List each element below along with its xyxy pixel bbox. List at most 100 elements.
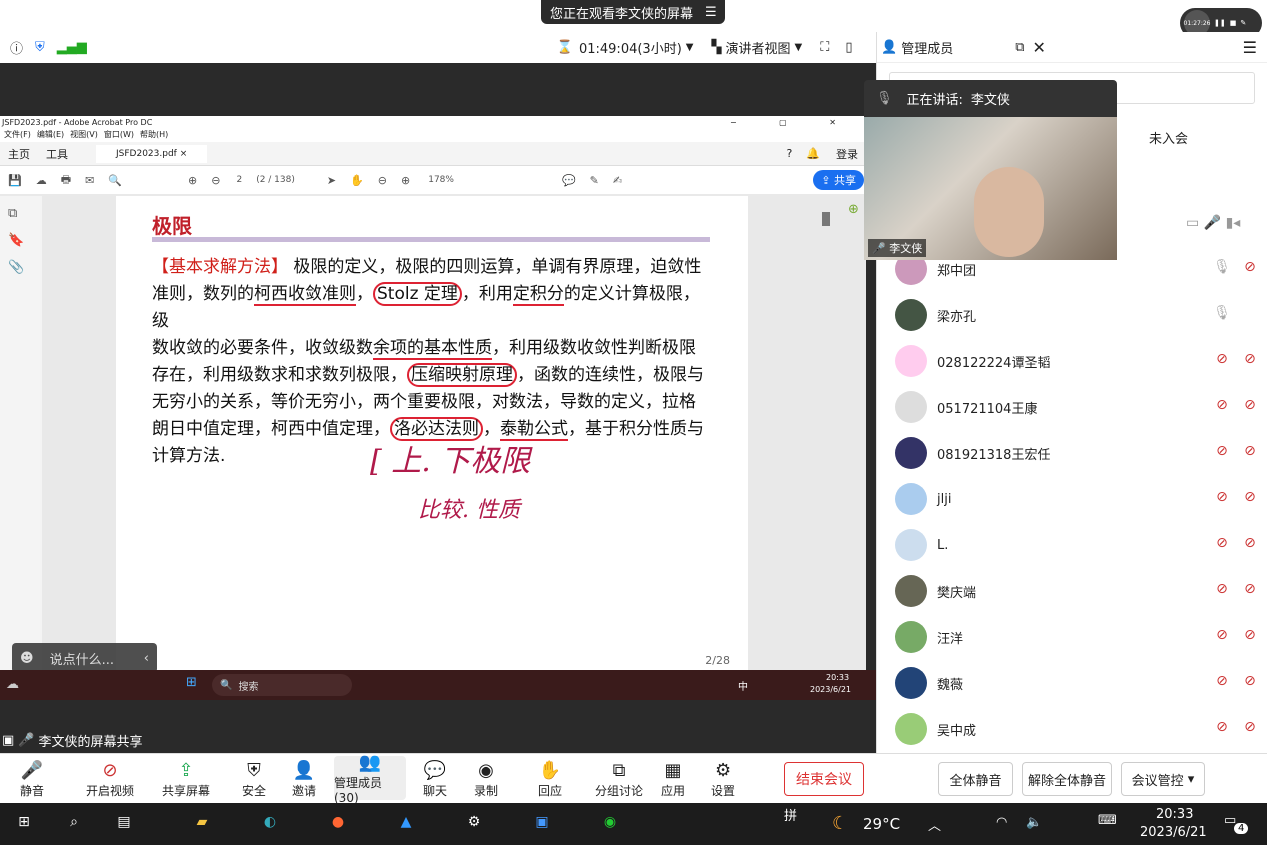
- zoom-out-icon[interactable]: ⊖: [378, 174, 387, 187]
- fullscreen-icon[interactable]: ⛶: [820, 40, 829, 55]
- invite-button[interactable]: 👤 邀请: [292, 760, 316, 799]
- menu-view[interactable]: 视图(V): [70, 129, 98, 142]
- camera-off-icon[interactable]: ⊘: [1240, 489, 1260, 509]
- pause-icon[interactable]: ❚❚: [1214, 19, 1226, 27]
- pen-icon[interactable]: ✎: [590, 174, 599, 187]
- apps-button[interactable]: ▦ 应用: [661, 760, 685, 799]
- info-icon[interactable]: ⓘ: [10, 38, 23, 57]
- menu-window[interactable]: 窗口(W): [104, 129, 134, 142]
- video-button[interactable]: ⊘ 开启视频: [86, 760, 134, 799]
- camera-off-icon[interactable]: ⊘: [1240, 627, 1260, 647]
- clock-time[interactable]: 20:33: [1156, 807, 1193, 822]
- speaker-view-button[interactable]: 演讲者视图: [725, 38, 790, 57]
- ime-indicator[interactable]: 拼: [784, 805, 797, 824]
- meeting-duration[interactable]: 01:49:04(3小时): [579, 38, 682, 57]
- next-page-icon[interactable]: ⊖: [211, 174, 220, 187]
- camera-icon[interactable]: ▮◂: [1226, 215, 1241, 231]
- meeting-control-button[interactable]: 会议管控 ▾: [1121, 762, 1205, 796]
- camera-off-icon[interactable]: ⊘: [1240, 581, 1260, 601]
- tray-chevron-icon[interactable]: ︿: [928, 815, 941, 834]
- mic-muted-icon[interactable]: ⊘: [1212, 719, 1232, 739]
- mic-muted-icon[interactable]: ⊘: [1212, 397, 1232, 417]
- sign-icon[interactable]: ✍: [613, 174, 622, 187]
- taskview-icon[interactable]: ▤: [114, 814, 134, 834]
- menu-help[interactable]: 帮助(H): [140, 129, 168, 142]
- firefox-icon[interactable]: ●: [328, 814, 348, 834]
- member-row[interactable]: 汪洋 ⊘ ⊘: [877, 614, 1267, 660]
- security-button[interactable]: ⛨ 安全: [242, 760, 266, 799]
- mic-muted-icon[interactable]: ⊘: [1212, 443, 1232, 463]
- end-meeting-button[interactable]: 结束会议: [784, 762, 864, 796]
- mic-muted-icon[interactable]: ⊘: [1212, 489, 1232, 509]
- edge-icon[interactable]: ◐: [260, 814, 280, 834]
- camera-off-icon[interactable]: ⊘: [1240, 259, 1260, 279]
- camera-off-icon[interactable]: ⊘: [1240, 443, 1260, 463]
- scrollbar-thumb[interactable]: [822, 212, 830, 226]
- mic-muted-icon[interactable]: ⊘: [1212, 673, 1232, 693]
- member-row[interactable]: jlji ⊘ ⊘: [877, 476, 1267, 522]
- tab-tools[interactable]: 工具: [46, 146, 68, 162]
- chevron-down-icon[interactable]: ▼: [795, 42, 803, 53]
- share-screen-button[interactable]: ⇪ 共享屏幕: [162, 760, 210, 799]
- prev-page-icon[interactable]: ⊕: [188, 174, 197, 187]
- bookmark-icon[interactable]: 🔖: [8, 233, 42, 248]
- mail-icon[interactable]: ✉: [85, 174, 94, 187]
- edit-icon[interactable]: ✎: [1240, 19, 1246, 27]
- mic-icon[interactable]: 🎙: [1212, 305, 1232, 325]
- pages-icon[interactable]: ⧉: [8, 206, 42, 221]
- breakout-button[interactable]: ⧉ 分组讨论: [595, 760, 643, 799]
- members-button[interactable]: 👥 管理成员(30): [334, 752, 406, 805]
- member-row[interactable]: 樊庆端 ⊘ ⊘: [877, 568, 1267, 614]
- help-icon[interactable]: ?: [786, 147, 792, 160]
- chat-button[interactable]: 💬 聊天: [423, 760, 447, 799]
- video-app-icon[interactable]: ▣: [532, 814, 552, 834]
- search-icon[interactable]: ⌕: [64, 814, 84, 834]
- mic-muted-icon[interactable]: ⊘: [1212, 351, 1232, 371]
- record-button[interactable]: ◉ 录制: [474, 760, 498, 799]
- save-icon[interactable]: 💾: [8, 174, 22, 187]
- bell-icon[interactable]: 🔔: [806, 147, 820, 160]
- camera-off-icon[interactable]: [1240, 305, 1260, 325]
- window-controls[interactable]: − ▢ ✕: [730, 118, 856, 127]
- mute-button[interactable]: 🎤 静音: [20, 760, 44, 799]
- menu-icon[interactable]: ☰: [1243, 38, 1257, 57]
- emoji-icon[interactable]: ☻: [20, 651, 34, 666]
- close-icon[interactable]: ✕: [1033, 38, 1046, 57]
- mic-icon[interactable]: 🎙: [1212, 259, 1232, 279]
- stop-icon[interactable]: ■: [1230, 19, 1237, 27]
- mute-all-button[interactable]: 全体静音: [938, 762, 1013, 796]
- upload-icon[interactable]: ☁: [36, 174, 47, 187]
- zoom-in-icon[interactable]: ⊕: [401, 174, 410, 187]
- comment-icon[interactable]: 💬: [562, 174, 576, 187]
- page-input[interactable]: 2: [236, 175, 242, 185]
- chat-input-box[interactable]: ☻ 说点什么... ‹: [12, 643, 157, 673]
- member-row[interactable]: 051721104王康 ⊘ ⊘: [877, 384, 1267, 430]
- settings-icon[interactable]: ⚙: [464, 814, 484, 834]
- login-link[interactable]: 登录: [836, 146, 858, 162]
- member-row[interactable]: 魏薇 ⊘ ⊘: [877, 660, 1267, 706]
- tab-home[interactable]: 主页: [8, 146, 30, 162]
- camera-off-icon[interactable]: ⊘: [1240, 351, 1260, 371]
- shield-icon[interactable]: ⛨: [35, 40, 45, 55]
- share-button[interactable]: ⇪ 共享: [813, 170, 864, 190]
- tab-file[interactable]: JSFD2023.pdf ×: [96, 144, 208, 163]
- cursor-icon[interactable]: ➤: [327, 174, 336, 187]
- print-icon[interactable]: 🖶: [61, 171, 71, 190]
- chevron-down-icon[interactable]: ▼: [686, 42, 694, 53]
- menu-icon[interactable]: ☰: [705, 5, 717, 20]
- screen-share-banner[interactable]: 您正在观看李文侠的屏幕 ☰: [541, 0, 725, 24]
- menu-edit[interactable]: 编辑(E): [37, 129, 64, 142]
- camera-off-icon[interactable]: ⊘: [1240, 397, 1260, 417]
- sidebar-icon[interactable]: ▯: [845, 40, 852, 55]
- member-row[interactable]: 梁亦孔 🎙: [877, 292, 1267, 338]
- member-row[interactable]: 081921318王宏任 ⊘ ⊘: [877, 430, 1267, 476]
- reaction-button[interactable]: ✋ 回应: [538, 760, 562, 799]
- camera-off-icon[interactable]: ⊘: [1240, 719, 1260, 739]
- temperature[interactable]: 29°C: [863, 815, 900, 833]
- camera-off-icon[interactable]: ⊘: [1240, 673, 1260, 693]
- wifi-icon[interactable]: ◠: [996, 815, 1007, 830]
- mic-muted-icon[interactable]: ⊘: [1212, 581, 1232, 601]
- unmute-all-button[interactable]: 解除全体静音: [1022, 762, 1112, 796]
- camera-off-icon[interactable]: ⊘: [1240, 535, 1260, 555]
- settings-button[interactable]: ⚙ 设置: [711, 760, 735, 799]
